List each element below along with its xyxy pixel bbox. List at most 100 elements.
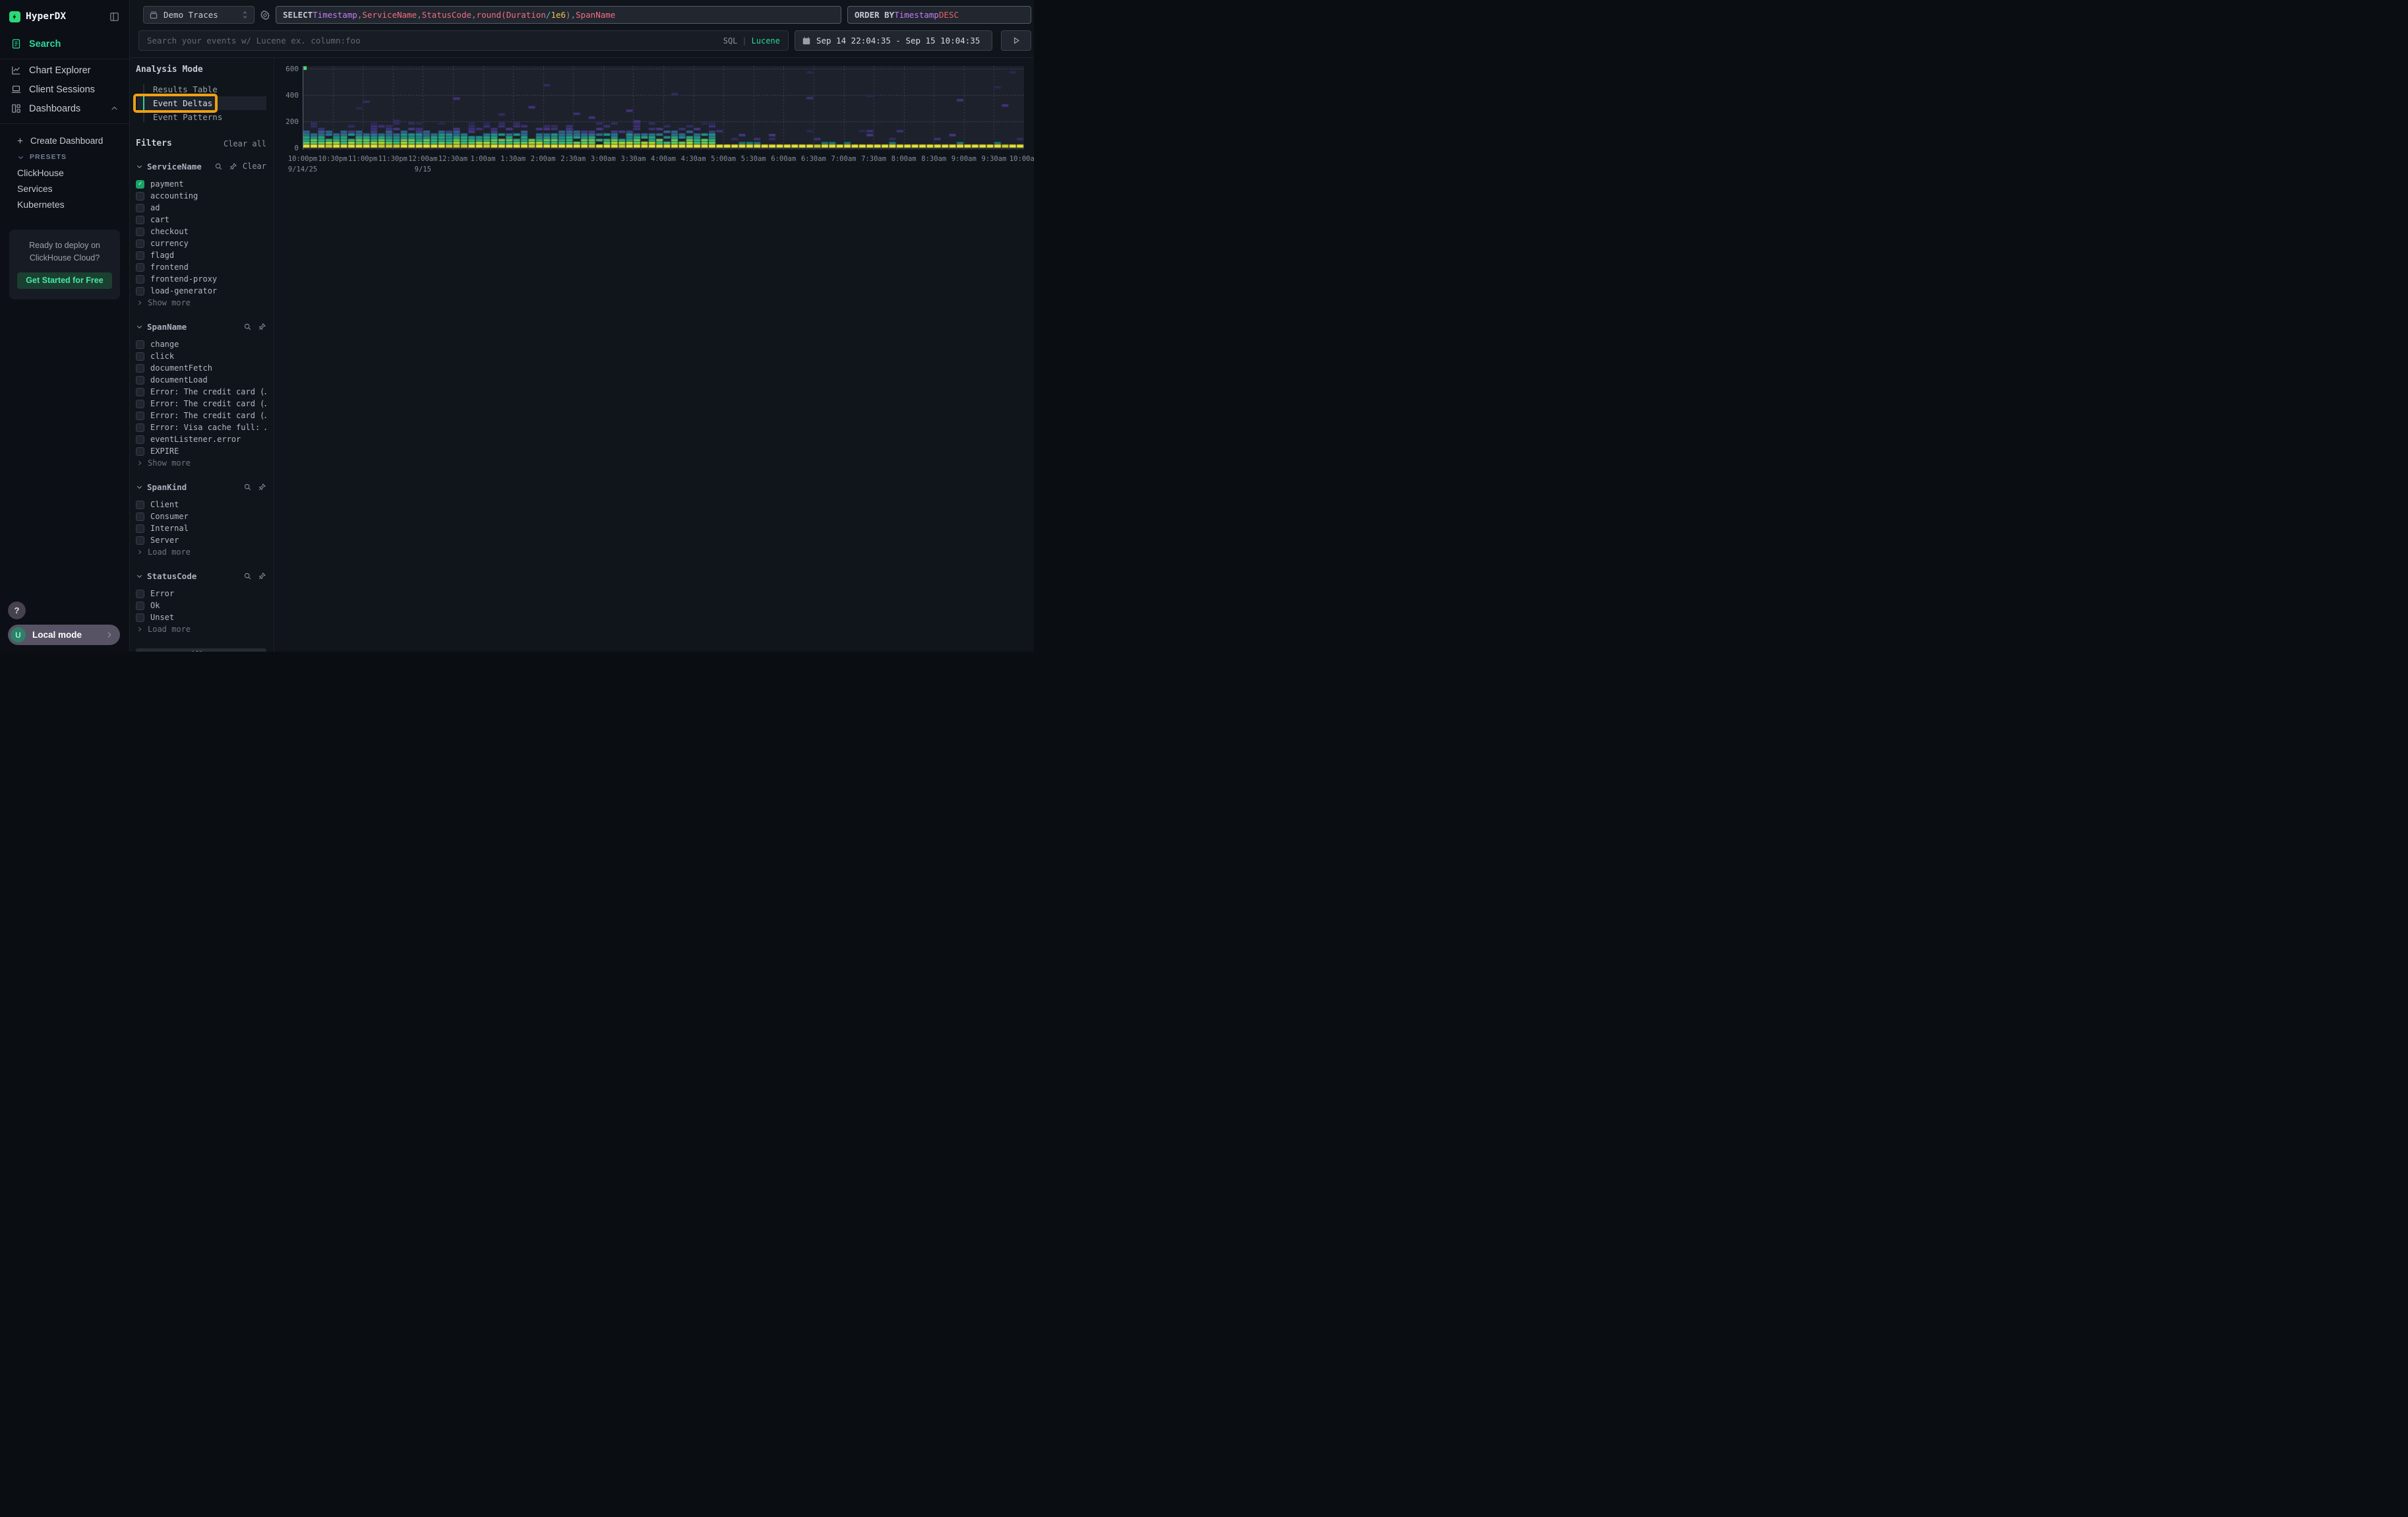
filter-option-load-generator[interactable]: load-generator <box>136 285 266 297</box>
filter-option-ad[interactable]: ad <box>136 202 266 214</box>
presets-toggle[interactable]: PRESETS <box>0 149 129 165</box>
search-icon[interactable] <box>243 483 252 491</box>
filter-option-server[interactable]: Server <box>136 534 266 546</box>
search-icon[interactable] <box>243 323 252 331</box>
filter-option-error[interactable]: Error <box>136 588 266 600</box>
checkbox[interactable] <box>136 388 144 396</box>
user-menu[interactable]: U Local mode <box>8 625 120 645</box>
sidebar-preset-clickhouse[interactable]: ClickHouse <box>0 165 129 181</box>
search-icon[interactable] <box>243 572 252 580</box>
checkbox[interactable] <box>136 512 144 521</box>
checkbox[interactable] <box>136 524 144 533</box>
chevron-down-icon[interactable] <box>136 163 143 170</box>
search-input[interactable] <box>147 36 723 46</box>
filter-option-error-the-credit-card[interactable]: Error: The credit card (… <box>136 410 266 421</box>
filter-option-ok[interactable]: Ok <box>136 600 266 611</box>
checkbox[interactable] <box>136 423 144 432</box>
filter-option-change[interactable]: change <box>136 338 266 350</box>
clear-all-filters[interactable]: Clear all <box>224 139 266 148</box>
show-more-button[interactable]: Show more <box>136 297 266 309</box>
checkbox[interactable] <box>136 216 144 224</box>
more-filters-button[interactable]: More filters <box>136 648 266 652</box>
sidebar-item-dashboards[interactable]: Dashboards <box>0 99 129 118</box>
pin-icon[interactable] <box>229 162 237 171</box>
clear-filter-button[interactable]: Clear <box>243 162 266 171</box>
checkbox[interactable] <box>136 501 144 509</box>
filter-option-flagd[interactable]: flagd <box>136 249 266 261</box>
run-query-button[interactable] <box>1001 30 1031 51</box>
checkbox[interactable] <box>136 275 144 284</box>
filter-option-checkout[interactable]: checkout <box>136 226 266 237</box>
show-more-button[interactable]: Load more <box>136 546 266 558</box>
checkbox[interactable] <box>136 536 144 545</box>
filter-option-consumer[interactable]: Consumer <box>136 511 266 522</box>
filter-option-click[interactable]: click <box>136 350 266 362</box>
filter-option-payment[interactable]: ✓payment <box>136 178 266 190</box>
checkbox[interactable] <box>136 435 144 444</box>
filter-group-name[interactable]: SpanKind <box>147 482 237 492</box>
filter-option-documentload[interactable]: documentLoad <box>136 374 266 386</box>
filter-group-name[interactable]: SpanName <box>147 322 237 332</box>
language-lucene[interactable]: Lucene <box>752 36 780 46</box>
chevron-down-icon[interactable] <box>136 323 143 330</box>
sidebar-item-client-sessions[interactable]: Client Sessions <box>0 80 129 99</box>
filter-option-error-the-credit-card[interactable]: Error: The credit card (… <box>136 386 266 398</box>
show-more-button[interactable]: Show more <box>136 457 266 469</box>
chevron-down-icon[interactable] <box>136 573 143 580</box>
filter-option-frontend-proxy[interactable]: frontend-proxy <box>136 273 266 285</box>
chevron-down-icon[interactable] <box>136 483 143 491</box>
checkbox[interactable] <box>136 239 144 248</box>
language-sql[interactable]: SQL <box>723 36 738 46</box>
filter-option-accounting[interactable]: accounting <box>136 190 266 202</box>
checkbox[interactable] <box>136 263 144 272</box>
analysis-option-event-patterns[interactable]: Event Patterns <box>137 110 266 124</box>
filter-option-frontend[interactable]: frontend <box>136 261 266 273</box>
order-by-input[interactable]: ORDER BY Timestamp DESC <box>847 6 1031 24</box>
filter-option-unset[interactable]: Unset <box>136 611 266 623</box>
checkbox[interactable] <box>136 613 144 622</box>
checkbox[interactable]: ✓ <box>136 180 144 189</box>
filter-group-name[interactable]: StatusCode <box>147 571 237 581</box>
checkbox[interactable] <box>136 251 144 260</box>
sidebar-item-search[interactable]: Search <box>0 34 129 53</box>
checkbox[interactable] <box>136 340 144 349</box>
analysis-option-results-table[interactable]: Results Table <box>137 82 266 96</box>
filter-option-currency[interactable]: currency <box>136 237 266 249</box>
chevron-up-icon[interactable] <box>110 104 119 113</box>
filter-option-expire[interactable]: EXPIRE <box>136 445 266 457</box>
heatmap-canvas[interactable] <box>303 66 1024 150</box>
sidebar-item-chart-explorer[interactable]: Chart Explorer <box>0 61 129 80</box>
checkbox[interactable] <box>136 590 144 598</box>
help-button[interactable]: ? <box>8 602 26 619</box>
brand[interactable]: HyperDX <box>9 11 66 22</box>
checkbox[interactable] <box>136 364 144 373</box>
checkbox[interactable] <box>136 204 144 212</box>
select-clause-input[interactable]: SELECT Timestamp, ServiceName, StatusCod… <box>276 6 841 24</box>
search-icon[interactable] <box>214 162 223 171</box>
create-dashboard-button[interactable]: Create Dashboard <box>0 132 129 149</box>
checkbox[interactable] <box>136 192 144 201</box>
collapse-sidebar-icon[interactable] <box>109 11 120 22</box>
time-range-picker[interactable]: Sep 14 22:04:35 - Sep 15 10:04:35 <box>795 30 992 51</box>
checkbox[interactable] <box>136 376 144 385</box>
gear-icon[interactable] <box>260 10 270 20</box>
checkbox[interactable] <box>136 287 144 295</box>
filter-option-cart[interactable]: cart <box>136 214 266 226</box>
checkbox[interactable] <box>136 602 144 610</box>
pin-icon[interactable] <box>258 572 266 580</box>
filter-option-client[interactable]: Client <box>136 499 266 511</box>
pin-icon[interactable] <box>258 323 266 331</box>
source-select[interactable]: Demo Traces <box>143 6 255 24</box>
checkbox[interactable] <box>136 412 144 420</box>
sidebar-preset-kubernetes[interactable]: Kubernetes <box>0 197 129 212</box>
filter-option-documentfetch[interactable]: documentFetch <box>136 362 266 374</box>
get-started-button[interactable]: Get Started for Free <box>17 272 112 289</box>
sidebar-preset-services[interactable]: Services <box>0 181 129 197</box>
checkbox[interactable] <box>136 447 144 456</box>
checkbox[interactable] <box>136 400 144 408</box>
filter-option-error-visa-cache-full[interactable]: Error: Visa cache full: … <box>136 421 266 433</box>
pin-icon[interactable] <box>258 483 266 491</box>
filter-option-internal[interactable]: Internal <box>136 522 266 534</box>
filter-option-eventlistener-error[interactable]: eventListener.error <box>136 433 266 445</box>
checkbox[interactable] <box>136 228 144 236</box>
